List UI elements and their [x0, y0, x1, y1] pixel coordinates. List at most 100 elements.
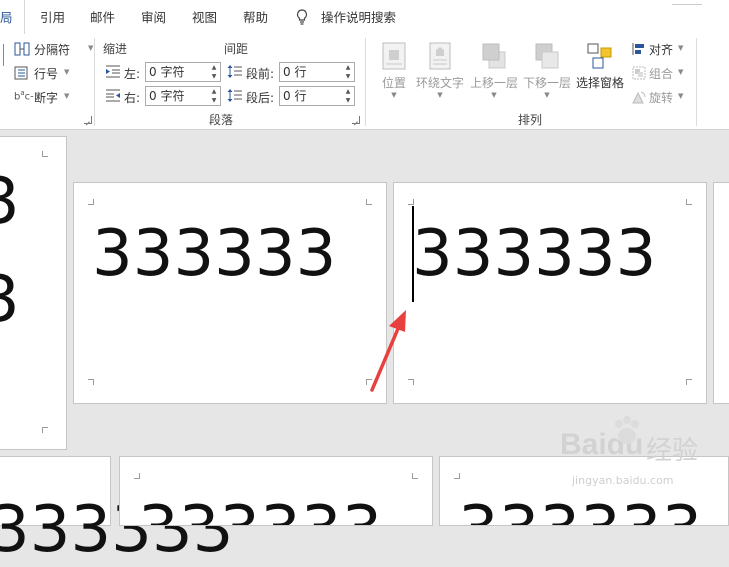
position-label: 位置 [381, 76, 406, 90]
spacing-before-icon [227, 64, 242, 78]
label-page[interactable]: 333333 [73, 182, 387, 404]
paragraph-launcher-icon[interactable] [352, 116, 360, 124]
align-label: 对齐 [649, 43, 674, 57]
ribbon-body: 分隔符 ▼ 行号 ▼ bac- 断字 ▼ 缩进 间距 左: 0 字符 ▲ ▼ 右:… [0, 34, 729, 130]
chevron-down-icon: ▼ [491, 91, 497, 99]
margin-mark [686, 379, 692, 385]
margin-mark [42, 427, 48, 433]
spacing-before-input[interactable]: 0 行 ▲ ▼ [279, 62, 355, 82]
spinner-arrows-icon[interactable]: ▲ ▼ [342, 87, 354, 105]
spacing-after-input[interactable]: 0 行 ▲ ▼ [279, 86, 355, 106]
label-text-partial: 3 [0, 165, 20, 239]
arrange-group-label: 排列 [518, 113, 543, 127]
indent-right-input[interactable]: 0 字符 ▲ ▼ [145, 86, 221, 106]
group-separator [696, 38, 697, 126]
margin-mark [88, 199, 94, 205]
send-backward-icon [534, 42, 560, 70]
page-partial-icon [0, 44, 4, 66]
group-objects-label: 组合 [649, 67, 674, 81]
indent-left-label: 左: [124, 67, 141, 81]
paragraph-group-label: 段落 [209, 113, 234, 127]
bring-forward-label: 上移一层 [469, 76, 518, 90]
wrap-text-icon [427, 42, 453, 70]
tab-review[interactable]: 审阅 [141, 0, 166, 34]
send-backward-button[interactable]: 下移一层 ▼ [521, 40, 573, 100]
watermark-url: jingyan.baidu.com [572, 474, 674, 487]
indent-left-value: 0 字符 [149, 65, 185, 79]
group-icon [632, 66, 646, 80]
chevron-down-icon: ▼ [678, 68, 684, 76]
tab-help[interactable]: 帮助 [243, 0, 268, 34]
indent-right-icon [105, 88, 120, 102]
bring-forward-icon [481, 42, 507, 70]
paw-icon [610, 414, 644, 451]
spinner-arrows-icon[interactable]: ▲ ▼ [208, 87, 220, 105]
spacing-after-label: 段后: [246, 91, 275, 105]
indent-right-value: 0 字符 [149, 89, 185, 103]
indent-left-input[interactable]: 0 字符 ▲ ▼ [145, 62, 221, 82]
selection-pane-label: 选择窗格 [575, 76, 624, 90]
position-button[interactable]: 位置 ▼ [374, 40, 414, 100]
chevron-down-icon: ▼ [64, 92, 70, 100]
label-text-partial: 3 [0, 263, 20, 337]
label-page-partial[interactable]: 3 3 [0, 136, 67, 450]
ribbon-tab-bar: 局 引用 邮件 审阅 视图 帮助 操作说明搜索 [0, 0, 729, 34]
tab-layout[interactable]: 局 [0, 0, 25, 34]
label-text: 333333 [92, 217, 337, 291]
rotate-label: 旋转 [649, 91, 674, 105]
indent-right-label: 右: [124, 91, 141, 105]
indent-left-icon [105, 64, 120, 78]
margin-mark [412, 473, 418, 479]
label-page-partial[interactable] [713, 182, 729, 404]
window-divider [672, 0, 702, 5]
label-text: 333333 [412, 217, 657, 291]
group-separator [94, 38, 95, 126]
label-page-partial[interactable]: 333333 [0, 456, 233, 567]
baidu-watermark: Baidu 经验 jingyan.baidu.com [560, 416, 710, 498]
margin-mark [454, 473, 460, 479]
margin-mark [366, 199, 372, 205]
margin-mark [686, 199, 692, 205]
chevron-down-icon: ▼ [391, 91, 397, 99]
margin-mark [42, 151, 48, 157]
label-page-partial[interactable]: 333333 [119, 456, 433, 526]
bring-forward-button[interactable]: 上移一层 ▼ [468, 40, 520, 100]
tab-references[interactable]: 引用 [40, 0, 65, 34]
line-numbers-icon [14, 66, 28, 80]
chevron-down-icon: ▼ [64, 68, 70, 76]
margin-mark [408, 199, 414, 205]
margin-mark [88, 379, 94, 385]
chevron-down-icon: ▼ [88, 44, 94, 52]
tell-me-search[interactable]: 操作说明搜索 [321, 0, 396, 34]
chevron-down-icon: ▼ [437, 91, 443, 99]
chevron-down-icon: ▼ [678, 44, 684, 52]
indent-heading: 缩进 [103, 42, 128, 56]
watermark-brand-cn: 经验 [646, 436, 699, 466]
line-numbers-label: 行号 [34, 67, 59, 81]
label-page-active[interactable]: 333333 [393, 182, 707, 404]
spinner-arrows-icon[interactable]: ▲ ▼ [208, 63, 220, 81]
selection-pane-icon [587, 42, 613, 70]
tab-view[interactable]: 视图 [192, 0, 217, 34]
hyphenation-label: 断字 [34, 91, 59, 105]
spacing-after-icon [227, 88, 242, 102]
selection-pane-button[interactable]: 选择窗格 [574, 40, 626, 100]
group-separator [365, 38, 366, 126]
wrap-text-button[interactable]: 环绕文字 ▼ [414, 40, 466, 100]
spinner-arrows-icon[interactable]: ▲ ▼ [342, 63, 354, 81]
wrap-text-label: 环绕文字 [415, 76, 464, 90]
send-backward-label: 下移一层 [522, 76, 571, 90]
spacing-before-value: 0 行 [283, 65, 307, 79]
margin-mark [134, 473, 140, 479]
spacing-after-value: 0 行 [283, 89, 307, 103]
tab-mailings[interactable]: 邮件 [90, 0, 115, 34]
breaks-icon [14, 42, 30, 56]
lightbulb-icon [296, 9, 308, 28]
annotation-arrow-icon [370, 310, 406, 392]
rotate-icon [632, 90, 646, 104]
align-icon [632, 42, 646, 56]
spacing-heading: 间距 [224, 42, 249, 56]
hyphenation-icon: bac- [14, 89, 34, 103]
page-setup-launcher-icon[interactable] [84, 116, 92, 124]
chevron-down-icon: ▼ [544, 91, 550, 99]
